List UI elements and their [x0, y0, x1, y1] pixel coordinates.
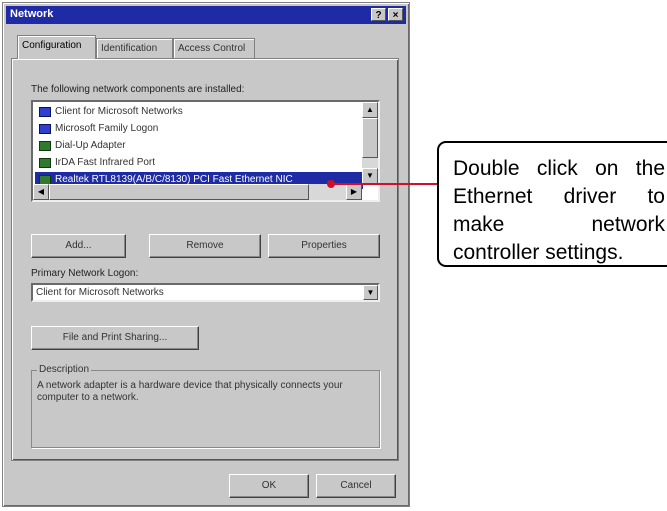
connector-dot — [327, 180, 335, 188]
callout-connector — [327, 180, 437, 188]
